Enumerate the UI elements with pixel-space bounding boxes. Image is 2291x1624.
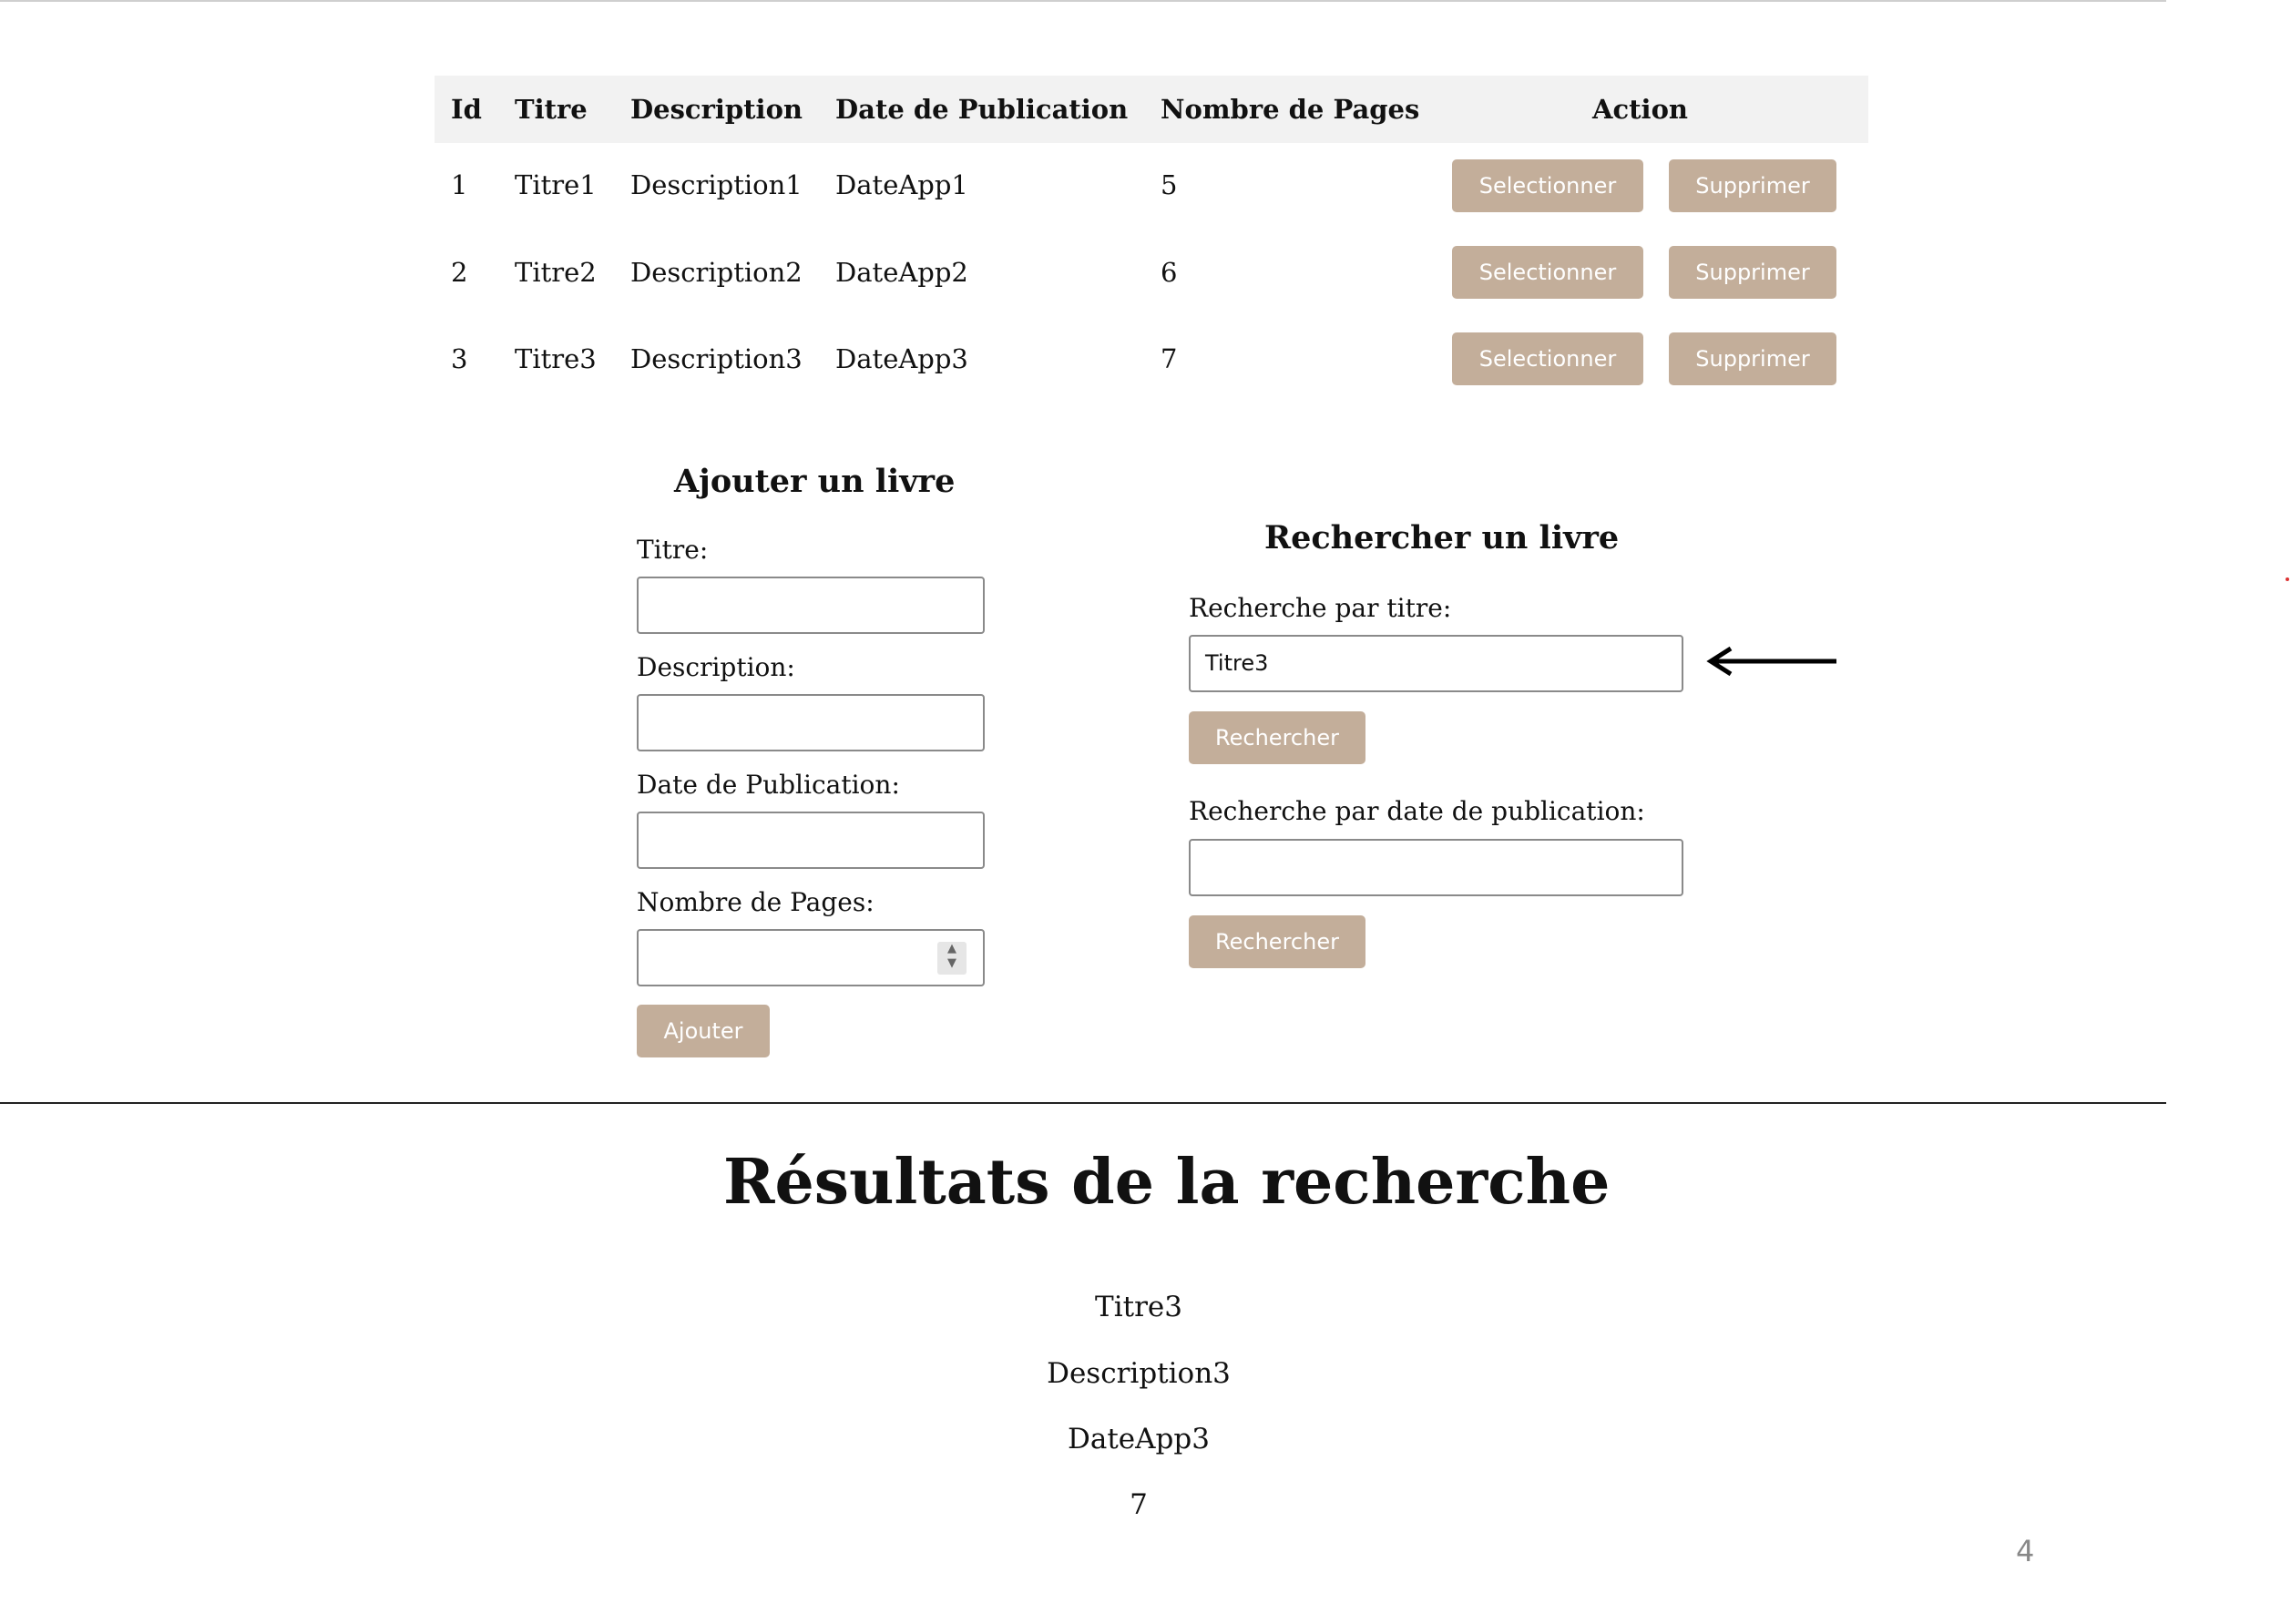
result-description: Description3 [1047, 1357, 1231, 1390]
cell-id: 1 [451, 169, 468, 200]
red-dot-mark [2286, 577, 2289, 581]
cell-pages: 6 [1161, 257, 1178, 288]
cell-date: DateApp2 [835, 257, 968, 288]
cell-pages: 5 [1161, 169, 1178, 200]
books-table: Id Titre Description Date de Publication… [435, 76, 1868, 390]
cell-titre: Titre3 [515, 343, 597, 374]
search-date-label: Recherche par date de publication: [1189, 796, 1645, 826]
search-title-button[interactable]: Rechercher [1189, 711, 1365, 764]
select-button[interactable]: Selectionner [1452, 246, 1643, 299]
description-label: Description: [637, 652, 795, 682]
select-button[interactable]: Selectionner [1452, 159, 1643, 212]
result-date: DateApp3 [1068, 1423, 1210, 1455]
search-title-input[interactable]: Titre3 [1189, 635, 1683, 692]
description-input[interactable] [637, 694, 985, 751]
cell-id: 2 [451, 257, 468, 288]
cell-id: 3 [451, 343, 468, 374]
search-form-title: Rechercher un livre [1264, 519, 1620, 557]
search-date-button[interactable]: Rechercher [1189, 915, 1365, 968]
titre-label: Titre: [637, 535, 709, 565]
cell-pages: 7 [1161, 343, 1178, 374]
section-divider [0, 1102, 2166, 1104]
cell-titre: Titre2 [515, 257, 597, 288]
search-date-input[interactable] [1189, 839, 1683, 896]
page-number: 4 [2016, 1534, 2035, 1568]
results-title: Résultats de la recherche [723, 1146, 1611, 1219]
header-action: Action [1592, 94, 1688, 125]
cell-description: Description2 [630, 257, 803, 288]
add-button[interactable]: Ajouter [637, 1005, 770, 1057]
add-form-title: Ajouter un livre [674, 463, 956, 500]
search-title-label: Recherche par titre: [1189, 593, 1452, 623]
select-button[interactable]: Selectionner [1452, 332, 1643, 385]
result-pages: 7 [1130, 1488, 1148, 1521]
cell-date: DateApp3 [835, 343, 968, 374]
header-id: Id [451, 94, 482, 125]
delete-button[interactable]: Supprimer [1669, 159, 1836, 212]
result-titre: Titre3 [1095, 1291, 1182, 1323]
header-description: Description [630, 94, 803, 125]
cell-description: Description1 [630, 169, 803, 200]
titre-input[interactable] [637, 577, 985, 634]
header-pages: Nombre de Pages [1161, 94, 1420, 125]
delete-button[interactable]: Supprimer [1669, 246, 1836, 299]
date-input[interactable] [637, 812, 985, 869]
number-spinner-icon[interactable]: ▲ ▼ [937, 942, 967, 975]
top-divider [0, 0, 2166, 2]
date-label: Date de Publication: [637, 770, 900, 800]
cell-titre: Titre1 [515, 169, 597, 200]
arrow-left-icon [1706, 646, 1836, 677]
cell-description: Description3 [630, 343, 803, 374]
cell-date: DateApp1 [835, 169, 968, 200]
pages-number-input[interactable] [637, 929, 985, 986]
pages-label: Nombre de Pages: [637, 887, 874, 917]
header-date: Date de Publication [835, 94, 1129, 125]
header-titre: Titre [515, 94, 588, 125]
delete-button[interactable]: Supprimer [1669, 332, 1836, 385]
table-header: Id Titre Description Date de Publication… [435, 76, 1868, 143]
